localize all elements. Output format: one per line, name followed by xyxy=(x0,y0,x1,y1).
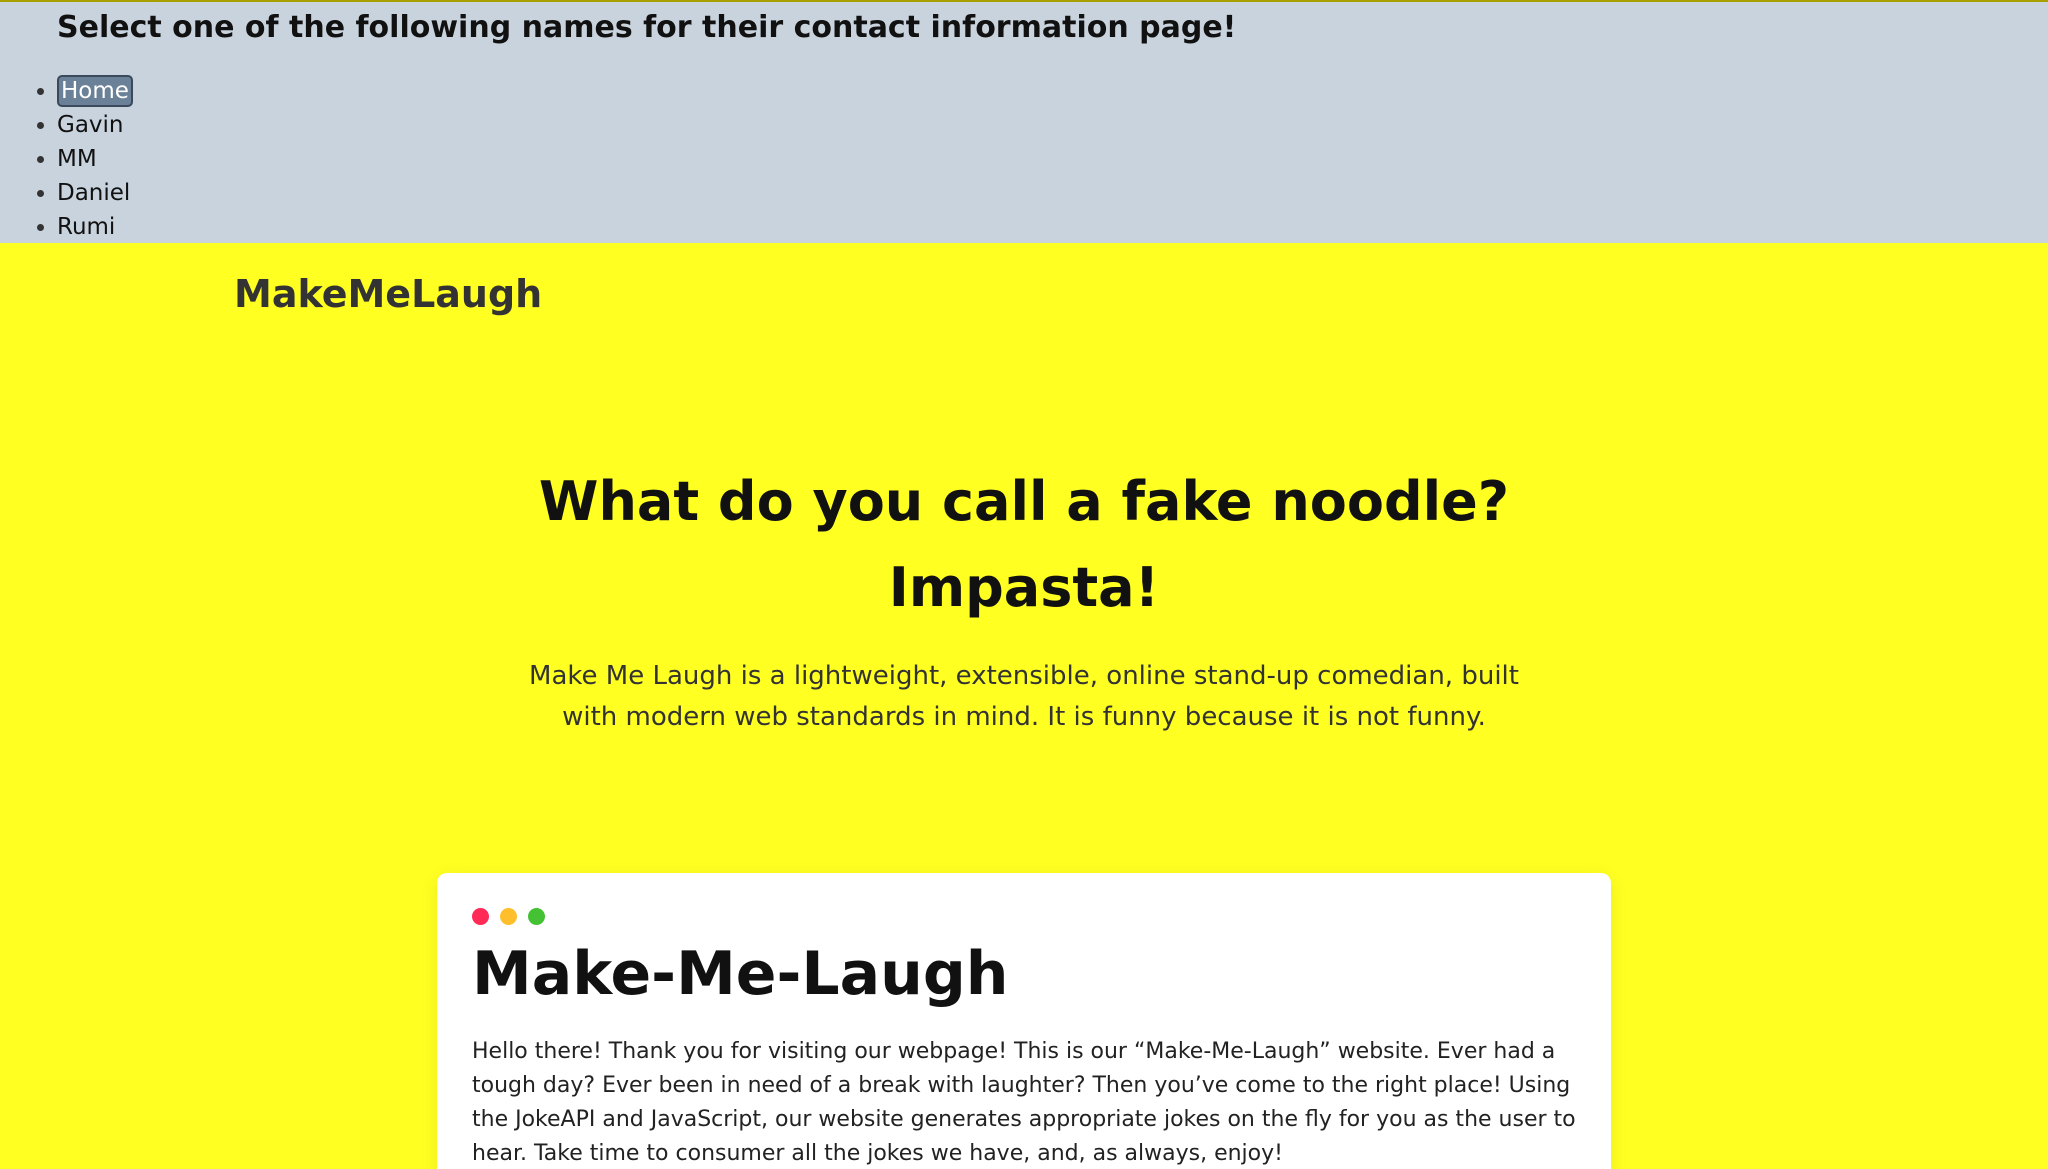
nav-item-home: Home xyxy=(37,74,133,108)
nav-link-daniel[interactable]: Daniel xyxy=(57,180,130,206)
nav-item-mm: MM xyxy=(37,142,133,176)
card-title: Make-Me-Laugh xyxy=(472,939,1009,1009)
brand-logo[interactable]: MakeMeLaugh xyxy=(234,272,542,316)
hero-description: Make Me Laugh is a lightweight, extensib… xyxy=(529,661,1519,732)
contact-nav: Select one of the following names for th… xyxy=(0,0,2048,243)
nav-item-gavin: Gavin xyxy=(37,108,133,142)
nav-item-daniel: Daniel xyxy=(37,176,133,210)
window-dots xyxy=(472,908,545,925)
card-body: Hello there! Thank you for visiting our … xyxy=(472,1039,1576,1166)
about-card: Make-Me-Laugh Hello there! Thank you for… xyxy=(437,873,1611,1169)
nav-link-rumi[interactable]: Rumi xyxy=(57,214,115,240)
nav-heading: Select one of the following names for th… xyxy=(57,10,1237,45)
green-dot-icon xyxy=(528,908,545,925)
yellow-dot-icon xyxy=(500,908,517,925)
nav-link-mm[interactable]: MM xyxy=(57,146,97,172)
joke-question: What do you call a fake noodle? xyxy=(538,470,1510,533)
nav-link-gavin[interactable]: Gavin xyxy=(57,112,124,138)
nav-link-home[interactable]: Home xyxy=(57,75,133,107)
joke-answer: Impasta! xyxy=(888,556,1160,619)
red-dot-icon xyxy=(472,908,489,925)
nav-item-rumi: Rumi xyxy=(37,210,133,244)
contact-list: Home Gavin MM Daniel Rumi xyxy=(37,74,133,244)
